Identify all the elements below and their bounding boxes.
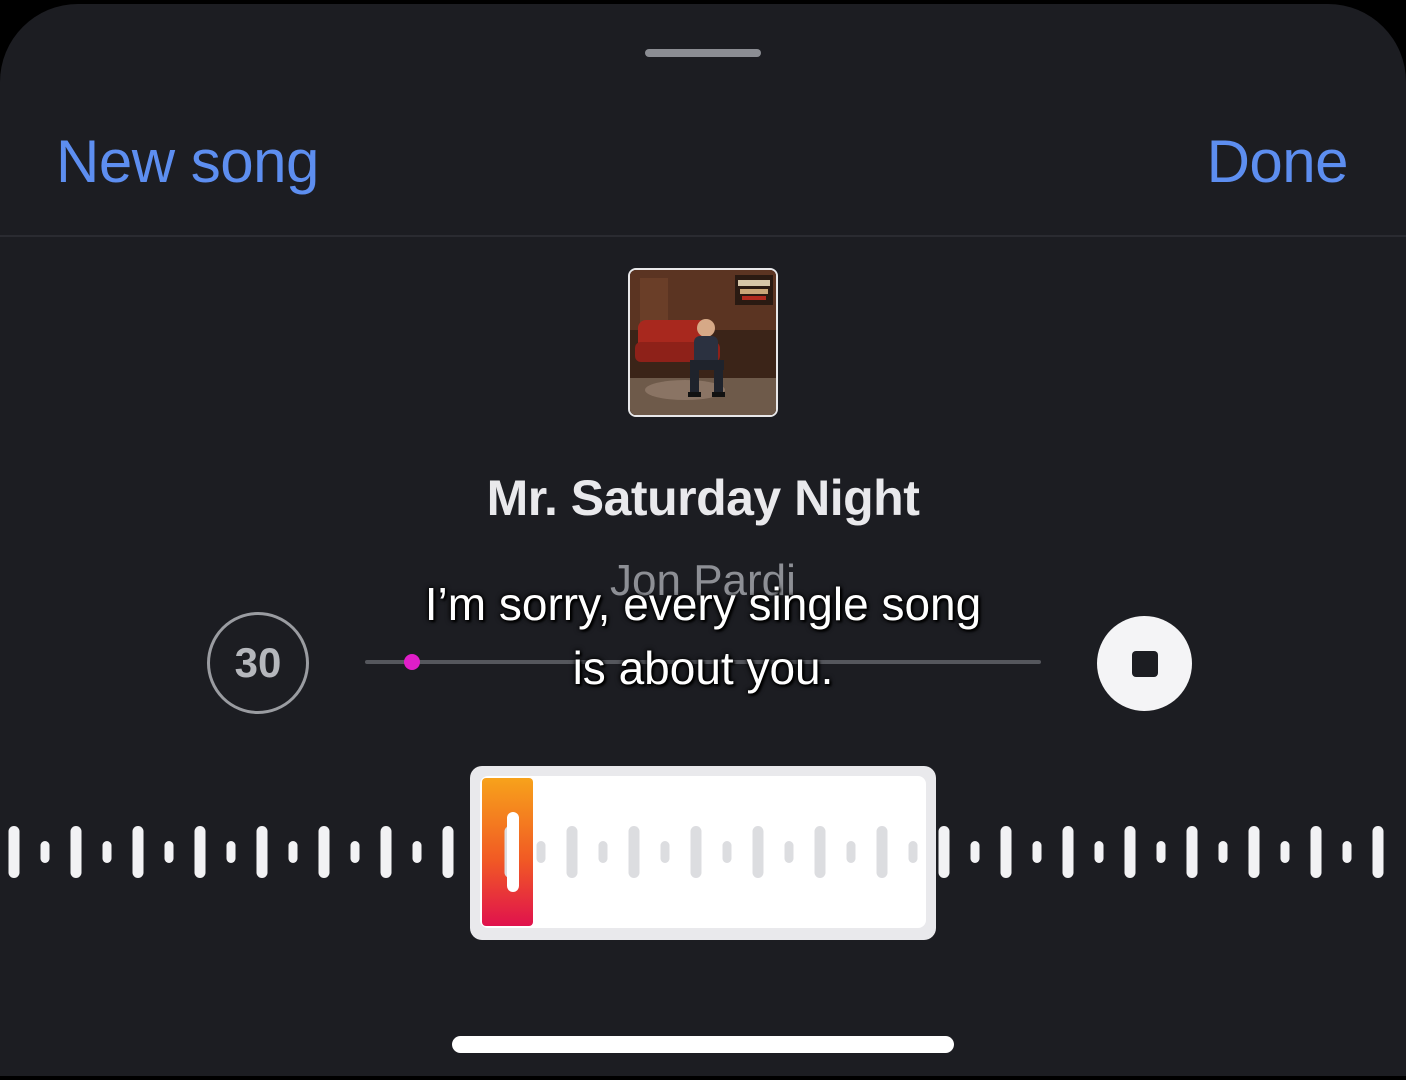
waveform-bar	[752, 826, 764, 878]
waveform-bar	[690, 826, 702, 878]
waveform-bar	[1248, 826, 1260, 878]
waveform-bar	[846, 841, 856, 863]
waveform-bar	[1342, 841, 1352, 863]
waveform-bar	[1062, 826, 1074, 878]
waveform-bar	[1280, 841, 1290, 863]
waveform-bar	[784, 841, 794, 863]
waveform-bar	[722, 841, 732, 863]
waveform-bar	[1124, 826, 1136, 878]
waveform-bar	[566, 826, 578, 878]
waveform-bar	[1218, 841, 1228, 863]
progress-handle[interactable]	[404, 654, 421, 670]
waveform-bar	[8, 826, 20, 878]
waveform-bar	[876, 826, 888, 878]
waveform-bar	[40, 841, 50, 863]
song-picker-sheet: New song Done Mr. Saturday Night Jon Par	[0, 4, 1406, 1076]
waveform-bar	[814, 826, 826, 878]
album-art	[628, 268, 778, 417]
waveform-bar	[1000, 826, 1012, 878]
waveform-bar	[1094, 841, 1104, 863]
waveform-bar	[598, 841, 608, 863]
waveform-bar	[536, 841, 546, 863]
skip-30-icon[interactable]: 30	[207, 612, 309, 714]
waveform-bar	[442, 826, 454, 878]
done-button[interactable]: Done	[1207, 122, 1349, 202]
waveform-bar	[1372, 826, 1384, 878]
waveform-bar	[908, 841, 918, 863]
waveform-bar	[1310, 826, 1322, 878]
track-artist: Jon Pardi	[610, 556, 796, 605]
waveform-bar	[628, 826, 640, 878]
waveform-bar	[226, 841, 236, 863]
stop-icon	[1131, 650, 1158, 677]
progress-track[interactable]	[365, 654, 1041, 670]
waveform-bar	[318, 826, 330, 878]
waveform-bar	[412, 841, 422, 863]
audio-waveform-scrubber[interactable]	[0, 764, 1406, 944]
waveform-bar	[164, 841, 174, 863]
playhead-bar	[507, 812, 519, 892]
stop-button[interactable]	[1097, 616, 1192, 711]
waveform-bar	[970, 841, 980, 863]
waveform-bar	[938, 826, 950, 878]
waveform-bar	[350, 841, 360, 863]
header-divider	[0, 235, 1406, 237]
waveform-bar	[1186, 826, 1198, 878]
sheet-grabber[interactable]	[645, 49, 761, 57]
waveform-bar	[70, 826, 82, 878]
home-indicator[interactable]	[452, 1036, 954, 1053]
waveform-bar	[132, 826, 144, 878]
waveform-bar	[380, 826, 392, 878]
selection-inner	[480, 776, 926, 928]
waveform-bar	[1156, 841, 1166, 863]
waveform-bar	[194, 826, 206, 878]
waveform-bar	[1032, 841, 1042, 863]
track-title: Mr. Saturday Night	[486, 470, 920, 526]
waveform-bar	[102, 841, 112, 863]
skip-label: 30	[234, 639, 282, 686]
new-song-button[interactable]: New song	[56, 122, 319, 202]
waveform-bar	[288, 841, 298, 863]
waveform-bar	[660, 841, 670, 863]
waveform-bar	[256, 826, 268, 878]
caption-line-2: is about you.	[572, 642, 834, 694]
